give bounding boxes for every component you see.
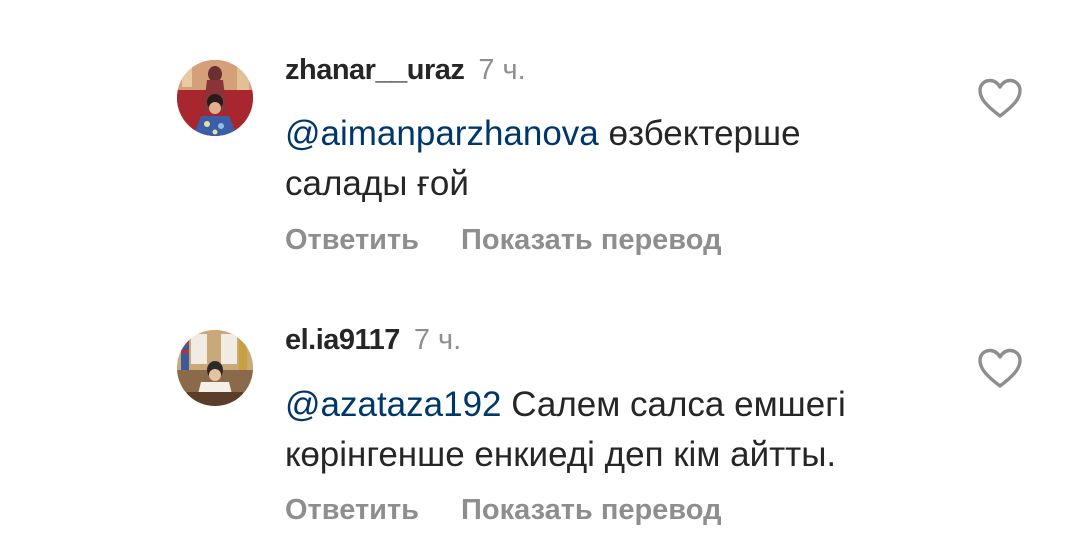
like-button[interactable] [977, 78, 1023, 120]
comment-text: @aimanparzhanova өзбектерше салады ғой [285, 109, 925, 209]
reply-button[interactable]: Ответить [285, 224, 419, 257]
username[interactable]: zhanar__uraz [285, 54, 465, 86]
show-translation-button[interactable]: Показать перевод [461, 224, 721, 257]
show-translation-button[interactable]: Показать перевод [461, 494, 721, 527]
comment-actions: Ответить Показать перевод [285, 494, 722, 527]
comment-text: @azataza192 Салем салса емшегі көрінгенш… [285, 380, 925, 480]
timestamp: 7 ч. [478, 54, 526, 86]
reply-button[interactable]: Ответить [285, 494, 419, 527]
avatar[interactable] [177, 330, 253, 406]
heart-icon [978, 348, 1022, 388]
comment-actions: Ответить Показать перевод [285, 224, 722, 257]
comment-header: zhanar__uraz 7 ч. [285, 54, 526, 94]
mention-link[interactable]: @azataza192 [285, 385, 502, 424]
mention-link[interactable]: @aimanparzhanova [285, 114, 599, 153]
avatar[interactable] [177, 60, 253, 136]
comment-item: el.ia9117 7 ч. @azataza192 Салем салса ем… [0, 270, 1080, 539]
comment-header: el.ia9117 7 ч. [285, 324, 461, 364]
comment-item: zhanar__uraz 7 ч. @aimanparzhanova өзбект… [0, 0, 1080, 270]
avatar-photo [177, 330, 253, 406]
like-button[interactable] [977, 348, 1023, 390]
heart-icon [978, 78, 1022, 118]
username[interactable]: el.ia9117 [285, 324, 400, 356]
timestamp: 7 ч. [413, 324, 462, 356]
avatar-photo [177, 60, 253, 136]
